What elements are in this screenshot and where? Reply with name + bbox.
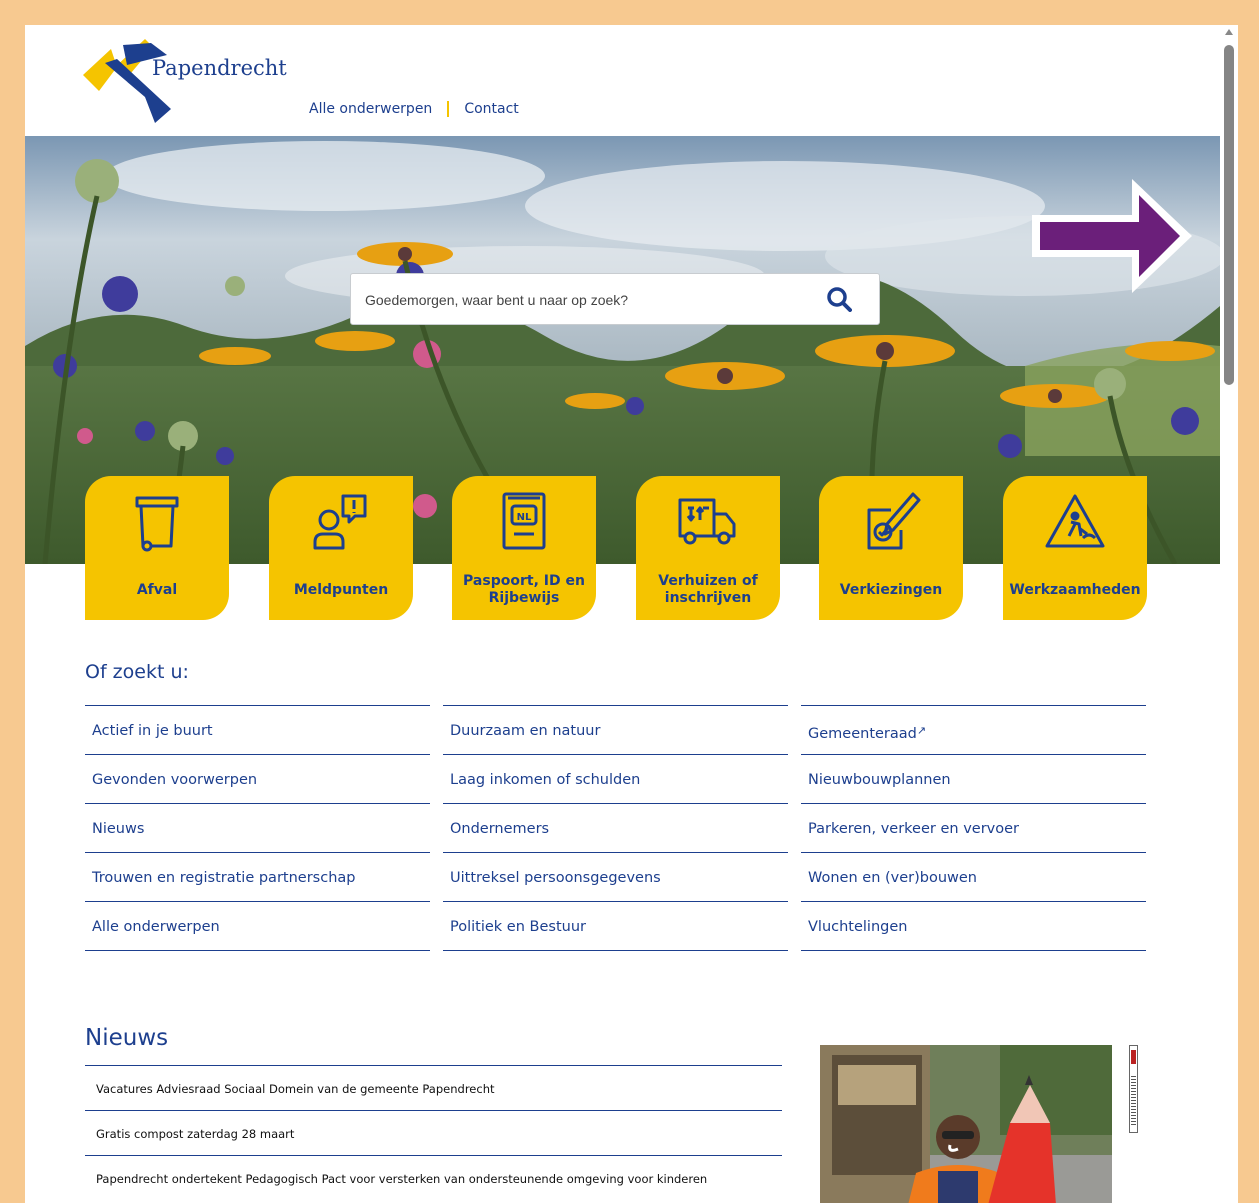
quick-link[interactable]: Actief in je buurt	[85, 705, 430, 754]
side-lines	[1131, 1076, 1136, 1126]
tile-verhuizen[interactable]: Verhuizen of inschrijven	[636, 476, 780, 620]
quick-link[interactable]: Nieuws	[85, 803, 430, 852]
category-tiles: Afval Meldpunten NL Paspoort, ID en Rijb…	[85, 476, 1147, 620]
waste-bin-icon	[135, 496, 179, 552]
nav-separator	[447, 101, 450, 117]
tile-label: Verkiezingen	[839, 581, 943, 598]
tile-werkzaamheden[interactable]: Werkzaamheden	[1003, 476, 1147, 620]
tile-paspoort[interactable]: NL Paspoort, ID en Rijbewijs	[452, 476, 596, 620]
section-title-of-zoekt-u: Of zoekt u:	[85, 661, 189, 683]
passport-icon: NL	[502, 492, 546, 550]
quick-link[interactable]: Ondernemers	[443, 803, 788, 852]
annotation-arrow-icon	[1032, 179, 1192, 293]
news-item[interactable]: Vacatures Adviesraad Sociaal Domein van …	[85, 1065, 782, 1110]
section-title-nieuws: Nieuws	[85, 1025, 169, 1051]
report-person-icon	[313, 494, 367, 550]
quick-link[interactable]: Parkeren, verkeer en vervoer	[801, 803, 1146, 852]
quick-link[interactable]: Trouwen en registratie partnerschap	[85, 852, 430, 901]
nav-link-alle-onderwerpen[interactable]: Alle onderwerpen	[309, 101, 432, 117]
page-frame: Papendrecht Alle onderwerpen Contact Goe…	[25, 25, 1220, 1203]
tile-verkiezingen[interactable]: Verkiezingen	[819, 476, 963, 620]
quick-links-column: Gemeenteraad↗ Nieuwbouwplannen Parkeren,…	[801, 705, 1146, 951]
quick-links-column: Actief in je buurt Gevonden voorwerpen N…	[85, 705, 430, 951]
tile-label: Verhuizen of inschrijven	[658, 573, 758, 606]
quick-link[interactable]: Politiek en Bestuur	[443, 901, 788, 951]
tile-afval[interactable]: Afval	[85, 476, 229, 620]
roadwork-sign-icon	[1045, 494, 1105, 548]
side-mark	[1131, 1050, 1136, 1064]
tile-label: Afval	[136, 581, 178, 598]
quick-link[interactable]: Vluchtelingen	[801, 901, 1146, 951]
quick-link[interactable]: Uittreksel persoonsgegevens	[443, 852, 788, 901]
news-side-graphic	[1129, 1045, 1138, 1133]
scroll-up-icon[interactable]	[1225, 29, 1233, 35]
ballot-vote-icon	[867, 492, 921, 550]
quick-links: Actief in je buurt Gevonden voorwerpen N…	[85, 705, 1147, 955]
search-bar	[350, 273, 880, 326]
top-navigation: Alle onderwerpen Contact	[309, 101, 519, 117]
papendrecht-logo[interactable]	[83, 39, 273, 123]
quick-link[interactable]: Alle onderwerpen	[85, 901, 430, 951]
quick-link[interactable]: Nieuwbouwplannen	[801, 754, 1146, 803]
tile-meldpunten[interactable]: Meldpunten	[269, 476, 413, 620]
quick-links-column: Duurzaam en natuur Laag inkomen of schul…	[443, 705, 788, 951]
tile-label: Paspoort, ID en Rijbewijs	[463, 573, 585, 606]
search-icon[interactable]	[826, 286, 852, 312]
quick-link[interactable]: Laag inkomen of schulden	[443, 754, 788, 803]
quick-link-gemeenteraad[interactable]: Gemeenteraad↗	[801, 705, 1146, 754]
svg-text:NL: NL	[517, 512, 532, 523]
quick-link[interactable]: Wonen en (ver)bouwen	[801, 852, 1146, 901]
news-photo[interactable]	[820, 1045, 1112, 1203]
tile-label: Meldpunten	[293, 581, 389, 598]
news-item[interactable]: Gratis compost zaterdag 28 maart	[85, 1110, 782, 1155]
vertical-scrollbar[interactable]	[1220, 25, 1238, 1203]
quick-link[interactable]: Gevonden voorwerpen	[85, 754, 430, 803]
quick-link[interactable]: Duurzaam en natuur	[443, 705, 788, 754]
quick-link-label: Gemeenteraad	[808, 726, 917, 742]
search-input[interactable]	[363, 274, 807, 326]
nav-link-contact[interactable]: Contact	[464, 101, 518, 117]
logo-wordmark: Papendrecht	[152, 56, 287, 80]
news-item[interactable]: Papendrecht ondertekent Pedagogisch Pact…	[85, 1155, 782, 1200]
news-list: Vacatures Adviesraad Sociaal Domein van …	[85, 1065, 782, 1200]
moving-truck-icon	[678, 498, 736, 545]
external-link-icon: ↗	[916, 724, 927, 737]
tile-label: Werkzaamheden	[1009, 581, 1141, 598]
scrollbar-thumb[interactable]	[1224, 45, 1234, 385]
